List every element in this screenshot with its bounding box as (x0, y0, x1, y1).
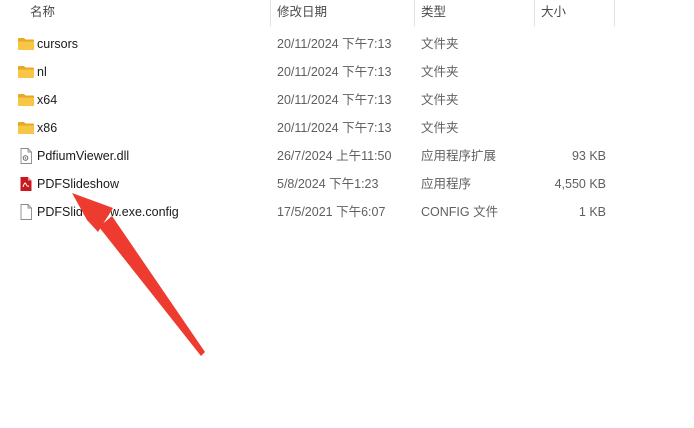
file-date: 5/8/2024 下午1:23 (277, 177, 379, 191)
file-name: PdfiumViewer.dll (37, 149, 130, 163)
file-row-pdfiumviewer-dll[interactable]: PdfiumViewer.dll 26/7/2024 上午11:50 应用程序扩… (0, 142, 694, 170)
file-size (520, 30, 606, 58)
column-header-date-label: 修改日期 (277, 5, 328, 19)
file-name: cursors (37, 37, 78, 51)
file-size: 1 KB (578, 205, 606, 219)
dll-file-icon (20, 148, 32, 164)
folder-icon (18, 66, 34, 78)
config-file-icon (20, 204, 32, 220)
folder-icon (18, 122, 34, 134)
pdf-app-icon (20, 177, 32, 191)
file-row-cursors[interactable]: cursors 20/11/2024 下午7:13 文件夹 (0, 30, 694, 58)
column-header-name[interactable]: 名称 (24, 0, 270, 26)
file-row-x64[interactable]: x64 20/11/2024 下午7:13 文件夹 (0, 86, 694, 114)
column-header-date[interactable]: 修改日期 (271, 0, 414, 26)
file-type: CONFIG 文件 (421, 205, 499, 219)
file-size (520, 58, 606, 86)
file-name: nl (37, 65, 47, 79)
file-name: PDFSlideshow (37, 177, 119, 191)
column-header-type[interactable]: 类型 (415, 0, 534, 26)
file-type: 文件夹 (421, 121, 459, 135)
file-name: x86 (37, 121, 58, 135)
column-header-size-label: 大小 (541, 5, 567, 19)
column-header-name-label: 名称 (30, 5, 56, 19)
file-row-pdfslideshow-exe-config[interactable]: PDFSlideshow.exe.config 17/5/2021 下午6:07… (0, 198, 694, 226)
file-type: 文件夹 (421, 65, 459, 79)
column-separator[interactable] (614, 0, 615, 26)
file-type: 应用程序扩展 (421, 149, 497, 163)
file-row-x86[interactable]: x86 20/11/2024 下午7:13 文件夹 (0, 114, 694, 142)
column-header-size[interactable]: 大小 (535, 0, 614, 26)
file-size: 4,550 KB (554, 177, 606, 191)
file-date: 20/11/2024 下午7:13 (277, 37, 392, 51)
column-header-bar: 名称 修改日期 类型 大小 (0, 0, 694, 26)
file-date: 17/5/2021 下午6:07 (277, 205, 386, 219)
sort-chevron-icon (142, 0, 152, 2)
file-size (520, 114, 606, 142)
folder-icon (18, 94, 34, 106)
file-type: 文件夹 (421, 93, 459, 107)
file-size (520, 86, 606, 114)
file-date: 20/11/2024 下午7:13 (277, 65, 392, 79)
file-name: PDFSlideshow.exe.config (37, 205, 179, 219)
file-date: 20/11/2024 下午7:13 (277, 121, 392, 135)
folder-icon (18, 38, 34, 50)
file-type: 文件夹 (421, 37, 459, 51)
file-row-pdfslideshow[interactable]: PDFSlideshow 5/8/2024 下午1:23 应用程序 4,550 … (0, 170, 694, 198)
column-header-type-label: 类型 (421, 5, 447, 19)
file-date: 26/7/2024 上午11:50 (277, 149, 392, 163)
file-type: 应用程序 (421, 177, 472, 191)
file-size: 93 KB (571, 149, 606, 163)
file-name: x64 (37, 93, 58, 107)
file-row-nl[interactable]: nl 20/11/2024 下午7:13 文件夹 (0, 58, 694, 86)
file-date: 20/11/2024 下午7:13 (277, 93, 392, 107)
